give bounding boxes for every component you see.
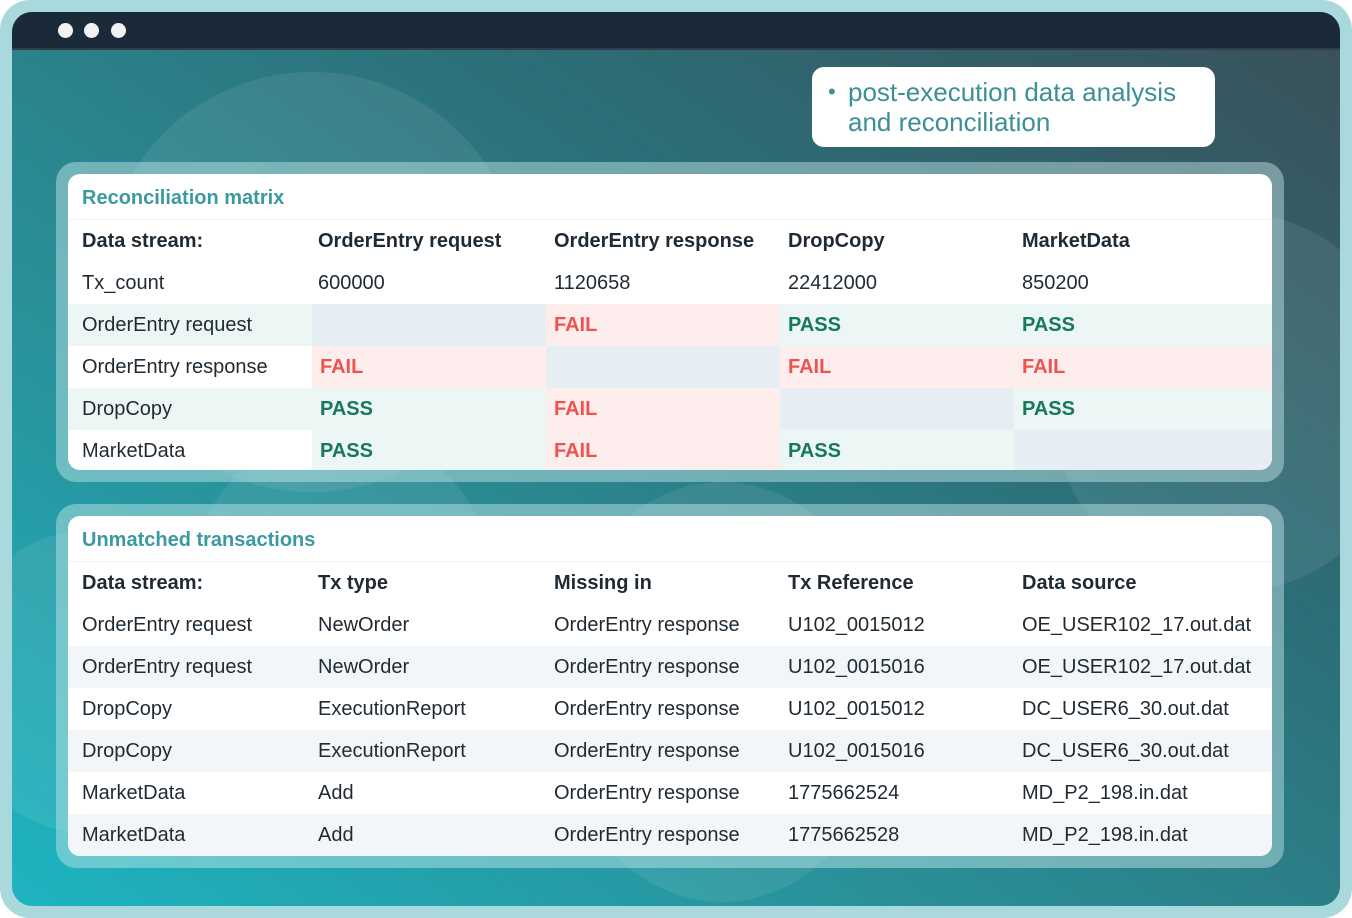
column-header: Data source [1022,571,1137,594]
matrix-row: DropCopy PASS FAIL PASS [68,388,1272,430]
status-pass: PASS [312,430,546,470]
data-stream-cell: MarketData [82,781,186,804]
missing-in-cell: OrderEntry response [554,739,740,762]
row-label: Tx_count [82,271,165,294]
status-pass: PASS [1014,388,1272,430]
tx-reference-cell: U102_0015016 [788,739,925,762]
card-title: Unmatched transactions [68,516,1272,562]
matrix-row: OrderEntry request FAIL PASS PASS [68,304,1272,346]
status-fail: FAIL [546,430,780,470]
table-row[interactable]: MarketData Add OrderEntry response 17756… [68,814,1272,856]
unmatched-card-frame: Unmatched transactions Data stream: Tx t… [56,504,1284,868]
table-row[interactable]: DropCopy ExecutionReport OrderEntry resp… [68,730,1272,772]
tx-reference-cell: U102_0015012 [788,697,925,720]
status-pass: PASS [312,388,546,430]
missing-in-cell: OrderEntry response [554,823,740,846]
column-header: Tx type [318,571,389,594]
tx-reference-cell: 1775662528 [788,823,900,846]
data-source-cell: OE_USER102_17.out.dat [1022,655,1252,678]
tx-reference-cell: U102_0015016 [788,655,925,678]
window-control-dot[interactable] [111,23,126,38]
row-label: MarketData [82,439,186,462]
table-header-row: Data stream: OrderEntry request OrderEnt… [68,220,1272,262]
bullet-icon: • [828,79,836,104]
tx-type-cell: Add [318,823,354,846]
tx-count-row: Tx_count 600000 1120658 22412000 850200 [68,262,1272,304]
missing-in-cell: OrderEntry response [554,697,740,720]
missing-in-cell: OrderEntry response [554,655,740,678]
data-source-cell: DC_USER6_30.out.dat [1022,739,1229,762]
card-title: Reconciliation matrix [68,174,1272,220]
tx-count-value: 850200 [1022,271,1089,294]
unmatched-transactions-card: Unmatched transactions Data stream: Tx t… [68,516,1272,856]
data-stream-cell: OrderEntry request [82,655,253,678]
table-row[interactable]: OrderEntry request NewOrder OrderEntry r… [68,604,1272,646]
tx-type-cell: NewOrder [318,613,410,636]
tx-reference-cell: 1775662524 [788,781,900,804]
matrix-row: OrderEntry response FAIL FAIL FAIL [68,346,1272,388]
callout-line: and reconciliation [848,107,1051,137]
status-fail: FAIL [546,388,780,430]
data-stream-cell: DropCopy [82,697,173,720]
data-stream-cell: DropCopy [82,739,173,762]
status-fail: FAIL [1014,346,1272,388]
column-header: MarketData [1022,229,1130,252]
tx-type-cell: NewOrder [318,655,410,678]
column-header: Missing in [554,571,652,594]
tx-count-value: 1120658 [554,271,631,294]
tx-type-cell: ExecutionReport [318,739,466,762]
tx-type-cell: Add [318,781,354,804]
device-frame: • post-execution data analysis and recon… [0,0,1352,918]
matrix-cell-blank [1014,430,1272,470]
callout-line: post-execution data analysis [848,77,1177,107]
feature-callout: • post-execution data analysis and recon… [812,67,1215,147]
data-stream-cell: MarketData [82,823,186,846]
column-header: Data stream: [82,571,204,594]
status-fail: FAIL [780,346,1014,388]
status-pass: PASS [780,430,1014,470]
reconciliation-matrix-card: Reconciliation matrix Data stream: Order… [68,174,1272,470]
row-label: DropCopy [82,397,173,420]
missing-in-cell: OrderEntry response [554,613,740,636]
status-pass: PASS [1014,304,1272,346]
column-header: OrderEntry response [554,229,755,252]
matrix-row: MarketData PASS FAIL PASS [68,430,1272,470]
data-source-cell: MD_P2_198.in.dat [1022,823,1188,846]
status-fail: FAIL [312,346,546,388]
table-row[interactable]: OrderEntry request NewOrder OrderEntry r… [68,646,1272,688]
matrix-cell-blank [546,346,780,388]
tx-count-value: 22412000 [788,271,877,294]
data-source-cell: DC_USER6_30.out.dat [1022,697,1229,720]
column-header: Data stream: [82,229,204,252]
tx-reference-cell: U102_0015012 [788,613,925,636]
table-row[interactable]: MarketData Add OrderEntry response 17756… [68,772,1272,814]
table-header-row: Data stream: Tx type Missing in Tx Refer… [68,562,1272,604]
tx-type-cell: ExecutionReport [318,697,466,720]
column-header: OrderEntry request [318,229,502,252]
matrix-cell-blank [312,304,546,346]
window-control-dot[interactable] [84,23,99,38]
column-header: Tx Reference [788,571,914,594]
column-header: DropCopy [788,229,885,252]
status-fail: FAIL [546,304,780,346]
data-source-cell: OE_USER102_17.out.dat [1022,613,1252,636]
missing-in-cell: OrderEntry response [554,781,740,804]
title-bar [12,12,1340,50]
data-stream-cell: OrderEntry request [82,613,253,636]
status-pass: PASS [780,304,1014,346]
row-label: OrderEntry request [82,313,253,336]
table-row[interactable]: DropCopy ExecutionReport OrderEntry resp… [68,688,1272,730]
window-control-dot[interactable] [58,23,73,38]
matrix-cell-blank [780,388,1014,430]
row-label: OrderEntry response [68,346,312,388]
matrix-card-frame: Reconciliation matrix Data stream: Order… [56,162,1284,482]
tx-count-value: 600000 [318,271,385,294]
data-source-cell: MD_P2_198.in.dat [1022,781,1188,804]
